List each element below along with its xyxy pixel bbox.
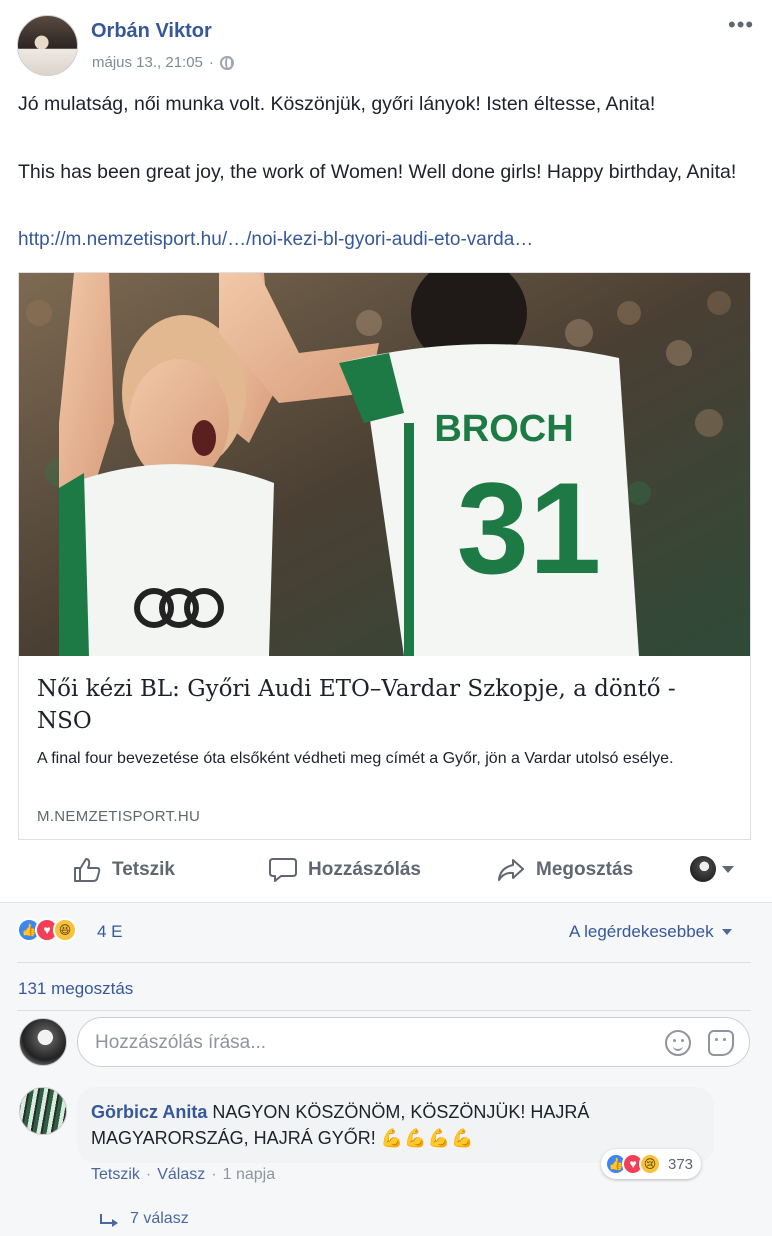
share-label: Megosztás bbox=[536, 859, 634, 880]
comment-author[interactable]: Görbicz Anita bbox=[91, 1102, 207, 1122]
share-count[interactable]: 131 megosztás bbox=[18, 979, 133, 999]
divider bbox=[17, 962, 751, 963]
comment-actions: Tetszik · Válasz · 1 napja bbox=[91, 1166, 275, 1184]
view-replies-link[interactable]: 7 válasz bbox=[100, 1210, 189, 1228]
share-arrow-icon bbox=[498, 859, 524, 881]
emoji-icon[interactable] bbox=[665, 1030, 691, 1056]
post-text-english: This has been great joy, the work of Wom… bbox=[18, 161, 737, 183]
reply-arrow-icon bbox=[100, 1214, 118, 1227]
meta-separator: · bbox=[208, 54, 214, 71]
flexed-biceps-emoji: 💪💪💪💪 bbox=[380, 1128, 475, 1148]
separator: · bbox=[145, 1166, 152, 1183]
comment-age[interactable]: 1 napja bbox=[223, 1166, 276, 1184]
more-options-icon[interactable]: ••• bbox=[728, 12, 754, 38]
reaction-icons[interactable]: 👍 ♥ 😆 bbox=[17, 918, 77, 942]
separator: · bbox=[211, 1166, 217, 1183]
reaction-count[interactable]: 4 E bbox=[97, 922, 123, 942]
post-meta: május 13., 21:05 · bbox=[92, 54, 234, 71]
post-author[interactable]: Orbán Viktor bbox=[91, 20, 212, 43]
like-button[interactable]: Tetszik bbox=[72, 853, 175, 887]
handball-players-photo: BROCH 31 bbox=[19, 273, 750, 656]
card-domain: M.NEMZETISPORT.HU bbox=[37, 808, 201, 825]
card-description: A final four bevezetése óta elsőként véd… bbox=[37, 750, 674, 767]
comment-body: Görbicz Anita NAGYON KÖSZÖNÖM, KÖSZÖNJÜK… bbox=[91, 1099, 701, 1151]
link-preview-card[interactable]: BROCH 31 Női kézi BL: Győri Audi ETO–Var… bbox=[18, 272, 751, 840]
viewer-avatar bbox=[690, 856, 716, 882]
comment-button[interactable]: Hozzászólás bbox=[268, 853, 421, 887]
commenter-avatar[interactable] bbox=[19, 1087, 67, 1135]
jersey-name: BROCH bbox=[434, 408, 573, 450]
chevron-down-icon bbox=[722, 865, 734, 873]
comment-like-link[interactable]: Tetszik bbox=[91, 1166, 140, 1184]
engagement-section bbox=[0, 902, 772, 1236]
comment-reaction-count: 373 bbox=[668, 1155, 694, 1173]
chevron-down-icon bbox=[721, 929, 732, 935]
comment-sort-dropdown[interactable]: A legérdekesebbek bbox=[569, 922, 732, 942]
link-preview-image[interactable]: BROCH 31 bbox=[19, 273, 750, 656]
comment-reactions[interactable]: 👍 ♥ 😢 373 bbox=[601, 1149, 702, 1179]
comment-reply-link[interactable]: Válasz bbox=[157, 1166, 205, 1184]
like-label: Tetszik bbox=[112, 859, 176, 880]
post-as-selector[interactable] bbox=[690, 856, 734, 882]
post-timestamp[interactable]: május 13., 21:05 bbox=[92, 54, 203, 71]
comment-bubble-icon bbox=[269, 858, 297, 882]
replies-count: 7 válasz bbox=[130, 1210, 189, 1227]
sticker-icon[interactable] bbox=[708, 1030, 734, 1056]
author-avatar[interactable] bbox=[17, 15, 78, 76]
current-user-avatar[interactable] bbox=[19, 1018, 67, 1066]
sad-reaction-icon: 😢 bbox=[639, 1153, 661, 1175]
comment-label: Hozzászólás bbox=[308, 859, 421, 880]
share-button[interactable]: Megosztás bbox=[496, 853, 633, 887]
sort-label: A legérdekesebbek bbox=[569, 922, 714, 941]
divider bbox=[17, 1010, 751, 1011]
card-title[interactable]: Női kézi BL: Győri Audi ETO–Vardar Szkop… bbox=[37, 673, 737, 737]
jersey-number: 31 bbox=[457, 455, 602, 601]
thumbs-up-icon bbox=[74, 858, 101, 882]
post-link[interactable]: http://m.nemzetisport.hu/…/noi-kezi-bl-g… bbox=[18, 229, 533, 251]
comment-input[interactable] bbox=[95, 1028, 635, 1058]
globe-icon[interactable] bbox=[219, 55, 234, 70]
haha-reaction-icon: 😆 bbox=[53, 918, 77, 942]
post-text-hungarian: Jó mulatság, női munka volt. Köszönjük, … bbox=[18, 93, 656, 115]
comment-composer[interactable] bbox=[77, 1017, 750, 1067]
